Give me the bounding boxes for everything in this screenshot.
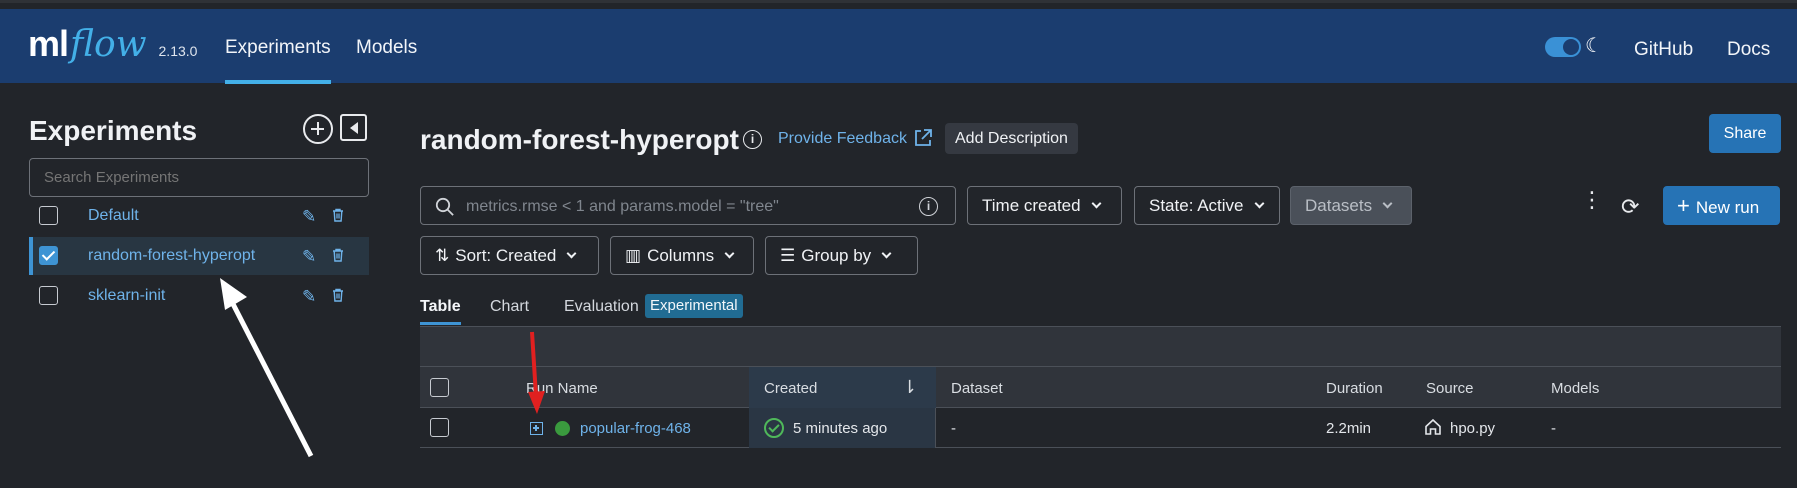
group-by-label: Group by <box>801 246 872 265</box>
experiment-checkbox[interactable] <box>39 286 58 305</box>
experiment-label[interactable]: sklearn-init <box>88 287 165 305</box>
run-status-dot <box>555 421 570 436</box>
experiment-checkbox[interactable] <box>39 246 58 265</box>
sidebar-title: Experiments <box>29 115 198 146</box>
experiment-label[interactable]: random-forest-hyperopt <box>88 247 255 265</box>
column-header-source[interactable]: Source <box>1426 380 1474 397</box>
plus-icon: + <box>1677 193 1690 218</box>
experiment-checkbox[interactable] <box>39 206 58 225</box>
docs-link[interactable]: Docs <box>1727 39 1770 61</box>
columns-icon: ▥ <box>625 246 642 265</box>
github-link[interactable]: GitHub <box>1634 39 1693 61</box>
nav-experiments[interactable]: Experiments <box>225 37 331 84</box>
top-nav-bar: ml flow 2.13.0 Experiments Models ☾ GitH… <box>0 9 1797 84</box>
trash-icon[interactable] <box>332 248 344 262</box>
expand-row-icon[interactable] <box>530 422 543 435</box>
trash-icon[interactable] <box>332 208 344 222</box>
source-value[interactable]: hpo.py <box>1450 420 1495 437</box>
columns-dropdown[interactable]: ▥ Columns <box>610 236 754 275</box>
logo-ml-text: ml <box>28 23 69 64</box>
mlflow-logo[interactable]: ml flow 2.13.0 <box>28 23 197 65</box>
tab-chart[interactable]: Chart <box>490 298 529 316</box>
search-experiments-input[interactable] <box>29 158 369 197</box>
logo-flow-text: flow <box>70 24 147 65</box>
column-header-dataset[interactable]: Dataset <box>951 380 1003 397</box>
chevron-down-icon <box>1091 198 1102 209</box>
created-value: 5 minutes ago <box>793 420 888 437</box>
column-header-run-name[interactable]: Run Name <box>526 380 598 397</box>
datasets-label: Datasets <box>1305 196 1373 215</box>
nav-models[interactable]: Models <box>356 37 417 59</box>
experiment-item-sklearn-init[interactable]: sklearn-init ✎ <box>29 277 369 315</box>
external-link-icon[interactable] <box>913 128 933 148</box>
chevron-down-icon <box>1254 198 1264 209</box>
dataset-value: - <box>951 420 956 437</box>
search-icon <box>435 197 454 216</box>
select-all-checkbox[interactable] <box>430 378 449 397</box>
info-icon[interactable]: i <box>743 130 762 149</box>
datasets-dropdown[interactable]: Datasets <box>1290 186 1412 225</box>
state-label: State: Active <box>1149 196 1244 215</box>
columns-label: Columns <box>647 246 715 265</box>
provide-feedback-link[interactable]: Provide Feedback <box>778 130 907 148</box>
sort-dropdown[interactable]: ⇅ Sort: Created <box>420 236 599 275</box>
run-name-link[interactable]: popular-frog-468 <box>580 420 691 437</box>
runs-table: Run Name Created ⇂ Dataset Duration Sour… <box>420 326 1781 450</box>
table-row[interactable]: popular-frog-468 5 minutes ago - 2.2min … <box>420 408 1781 448</box>
tab-table[interactable]: Table <box>420 298 461 325</box>
toggle-knob <box>1563 39 1579 55</box>
duration-value: 2.2min <box>1326 420 1372 437</box>
collapse-sidebar-icon[interactable] <box>340 114 367 141</box>
experiment-item-random-forest-hyperopt[interactable]: random-forest-hyperopt ✎ <box>29 237 369 275</box>
edit-icon[interactable]: ✎ <box>302 247 316 267</box>
chevron-down-icon <box>881 248 892 259</box>
edit-icon[interactable]: ✎ <box>302 287 316 307</box>
moon-icon: ☾ <box>1585 35 1603 57</box>
more-options-icon[interactable]: ⋮ <box>1581 189 1603 211</box>
experimental-badge: Experimental <box>645 294 743 318</box>
home-icon <box>1425 418 1441 435</box>
group-by-icon: ☰ <box>780 246 796 265</box>
new-run-button[interactable]: + New run <box>1663 186 1780 225</box>
window-top-strip <box>0 0 1797 9</box>
run-search-input[interactable]: metrics.rmse < 1 and params.model = "tre… <box>420 186 956 225</box>
check-circle-icon <box>764 418 784 438</box>
chevron-down-icon <box>566 248 577 259</box>
refresh-icon[interactable]: ⟳ <box>1621 194 1639 220</box>
table-header-row: Run Name Created ⇂ Dataset Duration Sour… <box>420 367 1781 408</box>
chevron-down-icon <box>724 248 735 259</box>
column-header-models[interactable]: Models <box>1551 380 1599 397</box>
new-run-label: New run <box>1695 198 1760 217</box>
experiment-item-default[interactable]: Default ✎ <box>29 197 369 235</box>
edit-icon[interactable]: ✎ <box>302 207 316 227</box>
row-checkbox[interactable] <box>430 418 449 437</box>
version-label: 2.13.0 <box>158 43 198 59</box>
time-created-dropdown[interactable]: Time created <box>967 186 1122 225</box>
tab-evaluation[interactable]: Evaluation <box>564 298 639 316</box>
experiment-label[interactable]: Default <box>88 207 139 225</box>
chevron-down-icon <box>1382 198 1393 209</box>
sort-label: Sort: Created <box>455 246 557 265</box>
models-value: - <box>1551 420 1556 437</box>
table-group-header <box>420 327 1781 367</box>
trash-icon[interactable] <box>332 288 344 302</box>
dark-mode-toggle[interactable] <box>1545 37 1581 57</box>
column-header-duration[interactable]: Duration <box>1326 380 1383 397</box>
time-created-label: Time created <box>982 196 1081 215</box>
search-info-icon[interactable]: i <box>919 197 938 216</box>
state-dropdown[interactable]: State: Active <box>1134 186 1280 225</box>
sort-icon: ⇅ <box>435 246 450 265</box>
create-experiment-icon[interactable] <box>303 114 333 144</box>
column-header-created[interactable]: Created <box>764 380 817 397</box>
experiment-title: random-forest-hyperopt <box>420 124 739 155</box>
share-button[interactable]: Share <box>1709 114 1781 153</box>
group-by-dropdown[interactable]: ☰ Group by <box>765 236 918 275</box>
run-search-placeholder: metrics.rmse < 1 and params.model = "tre… <box>466 198 779 215</box>
add-description-button[interactable]: Add Description <box>945 123 1078 154</box>
sort-order-icon[interactable]: ⇂ <box>902 377 917 398</box>
